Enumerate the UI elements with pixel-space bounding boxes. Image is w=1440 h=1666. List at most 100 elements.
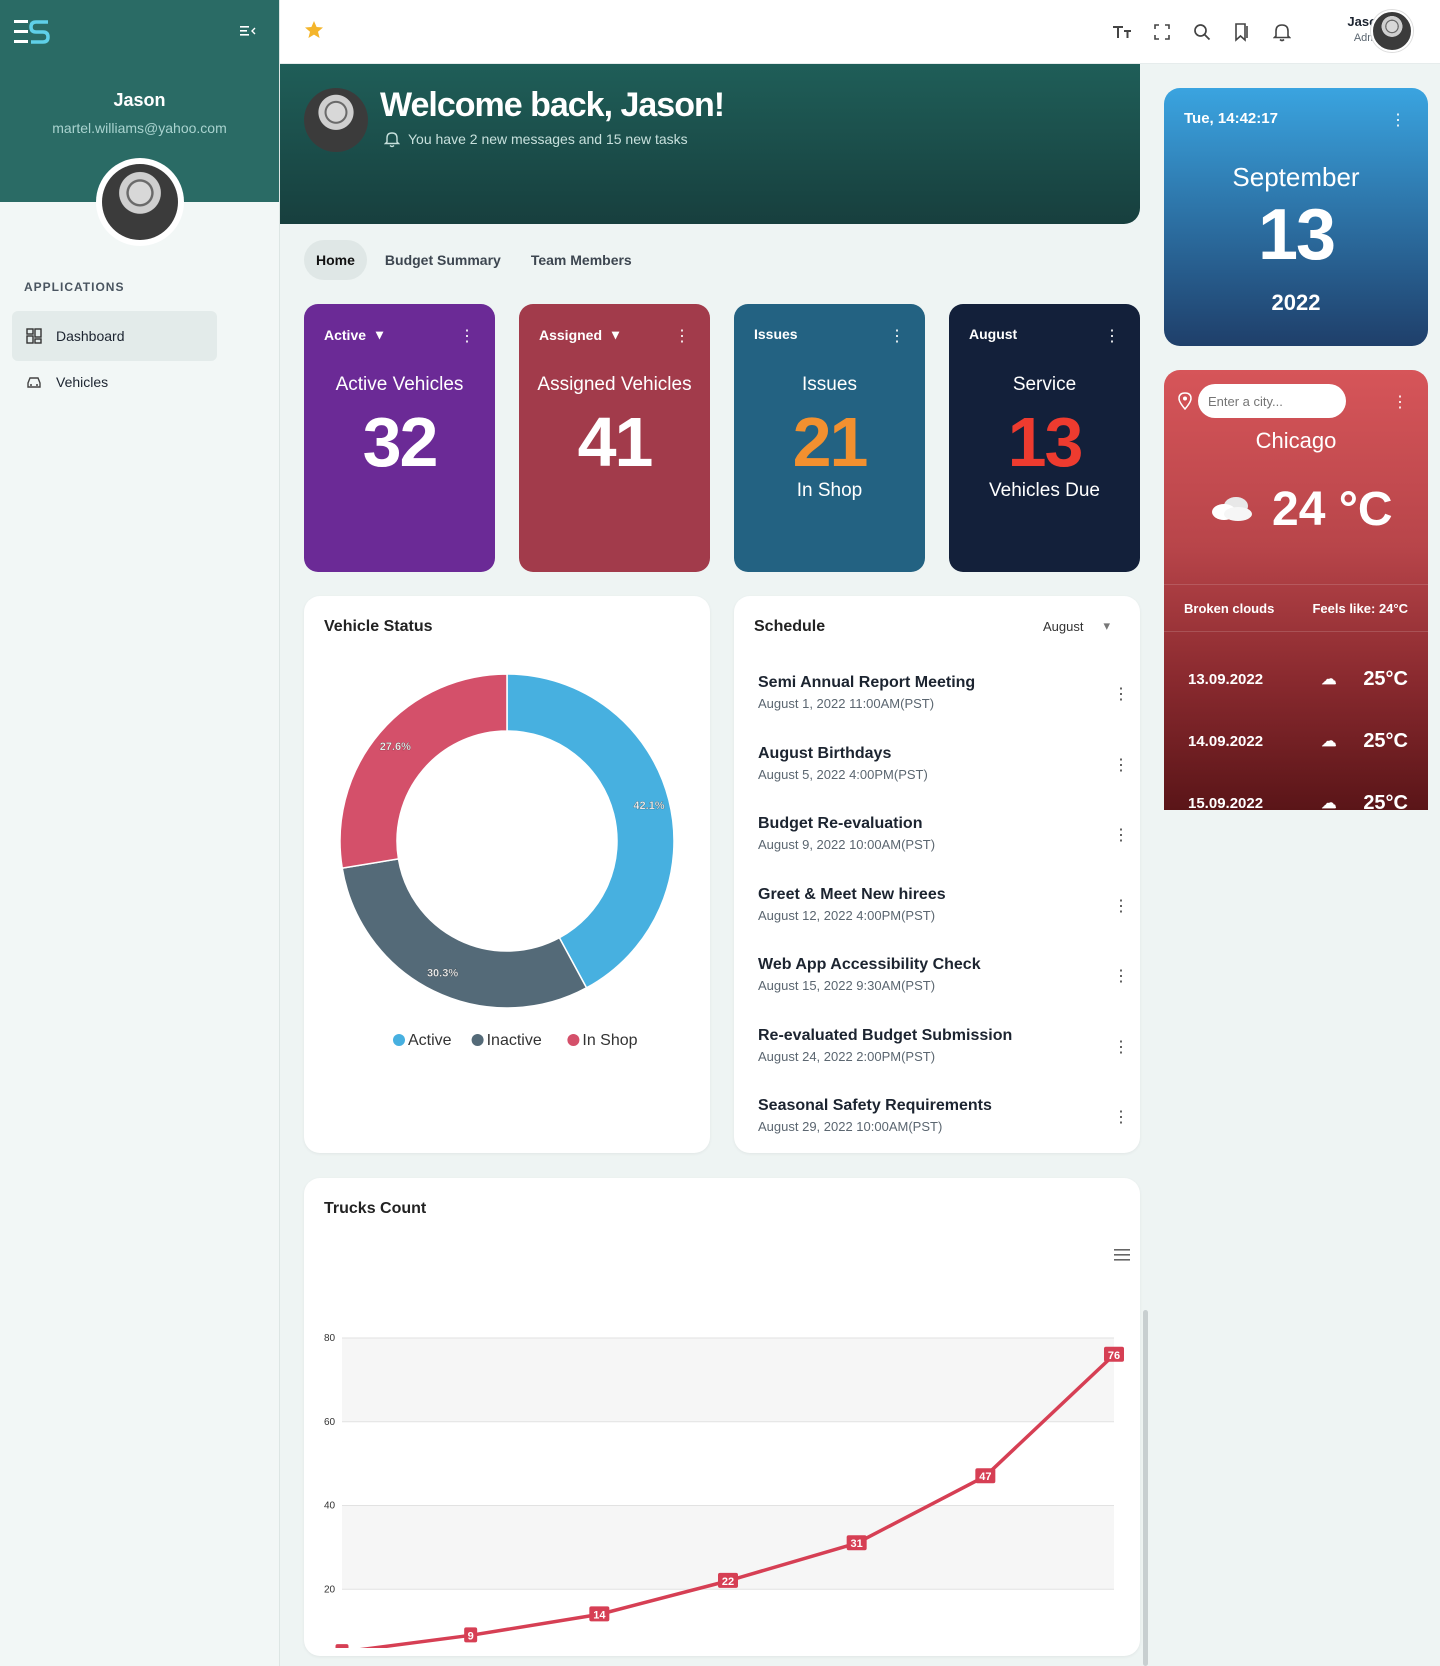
stat-card-service[interactable]: August ⋮ Service 13 Vehicles Due [949,304,1140,572]
stat-value: 13 [1007,403,1084,481]
data-point[interactable]: 47 [975,1468,996,1484]
schedule-item-title: Budget Re-evaluation [758,815,923,832]
schedule-item[interactable]: Budget Re-evaluation August 9, 2022 10:00… [758,815,1129,852]
stat-card-assigned[interactable]: Assigned ▾ ⋮ Assigned Vehicles 41 [519,304,710,572]
banner-avatar [304,88,368,152]
forecast-row: 15.09.2022 ☁ 25°C [1188,788,1408,811]
sidebar-item-vehicles[interactable]: Vehicles [12,357,217,407]
more-options-icon[interactable]: ⋮ [1113,684,1129,704]
donut-slice-label: 27.6% [380,741,411,753]
data-point[interactable]: 76 [1104,1346,1124,1362]
schedule-item[interactable]: Greet & Meet New hirees August 12, 2022 4… [758,886,1129,923]
more-options-icon[interactable]: ⋮ [1113,755,1129,775]
scrollbar[interactable] [1143,1310,1148,1666]
schedule-item[interactable]: August Birthdays August 5, 2022 4:00PM(PS… [758,745,1129,782]
more-options-icon[interactable]: ⋮ [1390,110,1406,130]
more-options-icon[interactable]: ⋮ [1392,392,1408,412]
panel-title: Schedule [754,618,826,635]
data-point[interactable]: 14 [589,1606,610,1622]
fullscreen-icon[interactable] [1150,20,1174,44]
search-icon[interactable] [1190,20,1214,44]
vehicle-status-panel: Vehicle Status 42.1% 30.3% 27.6% Active Inac… [304,596,710,1153]
legend-label: In Shop [582,1032,637,1049]
favorite-star-icon[interactable] [304,20,324,40]
data-label: 22 [722,1576,734,1588]
caret-down-icon: ▾ [1103,618,1110,633]
caret-down-icon[interactable]: ▾ [376,326,383,343]
stat-value: 41 [577,403,654,481]
legend-item[interactable]: Active [393,1032,452,1049]
legend-marker [567,1034,580,1046]
more-options-icon[interactable]: ⋮ [1113,966,1129,986]
city-search-input[interactable] [1198,384,1346,418]
panel-title: Trucks Count [324,1200,427,1217]
collapse-menu-icon[interactable] [240,24,256,38]
more-options-icon[interactable]: ⋮ [459,326,475,346]
trucks-count-panel: Trucks Count 020406080201620172018201920… [304,1178,1140,1656]
schedule-panel: Schedule August ▾ Semi Annual Report Mee… [734,596,1140,1153]
forecast-temp: 25°C [1363,729,1408,752]
sidebar-item-label: Dashboard [56,328,125,344]
sidebar-avatar[interactable] [96,158,184,246]
tab-budget-summary[interactable]: Budget Summary [373,240,513,280]
legend-item[interactable]: In Shop [567,1032,638,1049]
welcome-title: Welcome back, Jason! [380,86,725,124]
data-point[interactable]: 5 [335,1644,349,1648]
cloudy-icon: ☁ [1321,733,1337,750]
notification-bell-icon[interactable] [1270,20,1294,44]
month-select-value: August [1042,618,1084,634]
stat-header[interactable]: Assigned [539,327,602,343]
welcome-message: You have 2 new messages and 15 new tasks [384,130,688,148]
data-point[interactable]: 22 [718,1572,738,1588]
data-point[interactable]: 9 [464,1627,478,1643]
forecast-temp: 25°C [1363,791,1408,811]
more-options-icon[interactable]: ⋮ [674,326,690,346]
donut-slice[interactable] [339,673,508,870]
cloudy-icon: ☁ [1321,671,1337,688]
donut-slice[interactable] [506,673,675,989]
schedule-item-title: Re-evaluated Budget Submission [758,1026,1013,1044]
topbar: Jason Admin [280,0,1440,64]
sidebar: Jason martel.williams@yahoo.com APPLICAT… [0,0,280,1666]
schedule-item[interactable]: Semi Annual Report Meeting August 1, 2022… [758,674,1129,711]
y-tick-label: 40 [324,1501,336,1512]
schedule-item-date: August 29, 2022 10:00AM(PST) [758,1119,943,1134]
more-options-icon[interactable]: ⋮ [1104,326,1120,346]
forecast-row: 13.09.2022 ☁ 25°C [1188,664,1408,694]
weather-condition: Broken clouds [1184,600,1275,616]
tab-home[interactable]: Home [304,240,367,280]
data-point[interactable]: 31 [846,1535,867,1551]
schedule-item-date: August 1, 2022 11:00AM(PST) [758,696,935,711]
donut-slice[interactable] [341,858,588,1009]
stat-header: Issues [754,326,798,342]
y-tick-label: 20 [324,1584,336,1595]
sidebar-item-dashboard[interactable]: Dashboard [12,311,217,361]
data-label: 47 [979,1471,991,1483]
schedule-item-title: Web App Accessibility Check [758,956,981,973]
bookmark-icon[interactable] [1230,20,1254,44]
schedule-item[interactable]: Web App Accessibility Check August 15, 20… [758,956,1129,993]
schedule-item[interactable]: Re-evaluated Budget Submission August 24,… [758,1026,1129,1064]
schedule-item-date: August 5, 2022 4:00PM(PST) [758,766,928,782]
topbar-avatar[interactable] [1371,10,1413,52]
stat-card-active[interactable]: Active ▾ ⋮ Active Vehicles 32 [304,304,495,572]
month-select[interactable]: August ▾ [1043,618,1110,634]
legend-item[interactable]: Inactive [471,1032,542,1049]
more-options-icon[interactable]: ⋮ [1113,1107,1129,1127]
tab-team-members[interactable]: Team Members [519,240,644,280]
more-options-icon[interactable]: ⋮ [889,326,905,346]
trucks-count-chart: 0204060802016201720182019202020212022591… [324,1333,1124,1648]
more-options-icon[interactable]: ⋮ [1113,896,1129,916]
vehicle-status-donut: 42.1% 30.3% 27.6% Active Inactive In Shop [339,673,675,1049]
stat-card-issues[interactable]: Issues ⋮ Issues 21 In Shop [734,304,925,572]
schedule-item[interactable]: Seasonal Safety Requirements August 29, 2… [758,1097,1129,1134]
stat-header: August [969,326,1018,342]
legend-label: Inactive [487,1032,542,1049]
caret-down-icon[interactable]: ▾ [612,326,619,343]
text-size-icon[interactable] [1110,20,1134,44]
more-options-icon[interactable]: ⋮ [1113,1037,1129,1057]
more-options-icon[interactable]: ⋮ [1113,825,1129,845]
stat-header[interactable]: Active [324,327,366,343]
section-label: APPLICATIONS [24,280,125,294]
app-logo[interactable] [14,18,50,46]
